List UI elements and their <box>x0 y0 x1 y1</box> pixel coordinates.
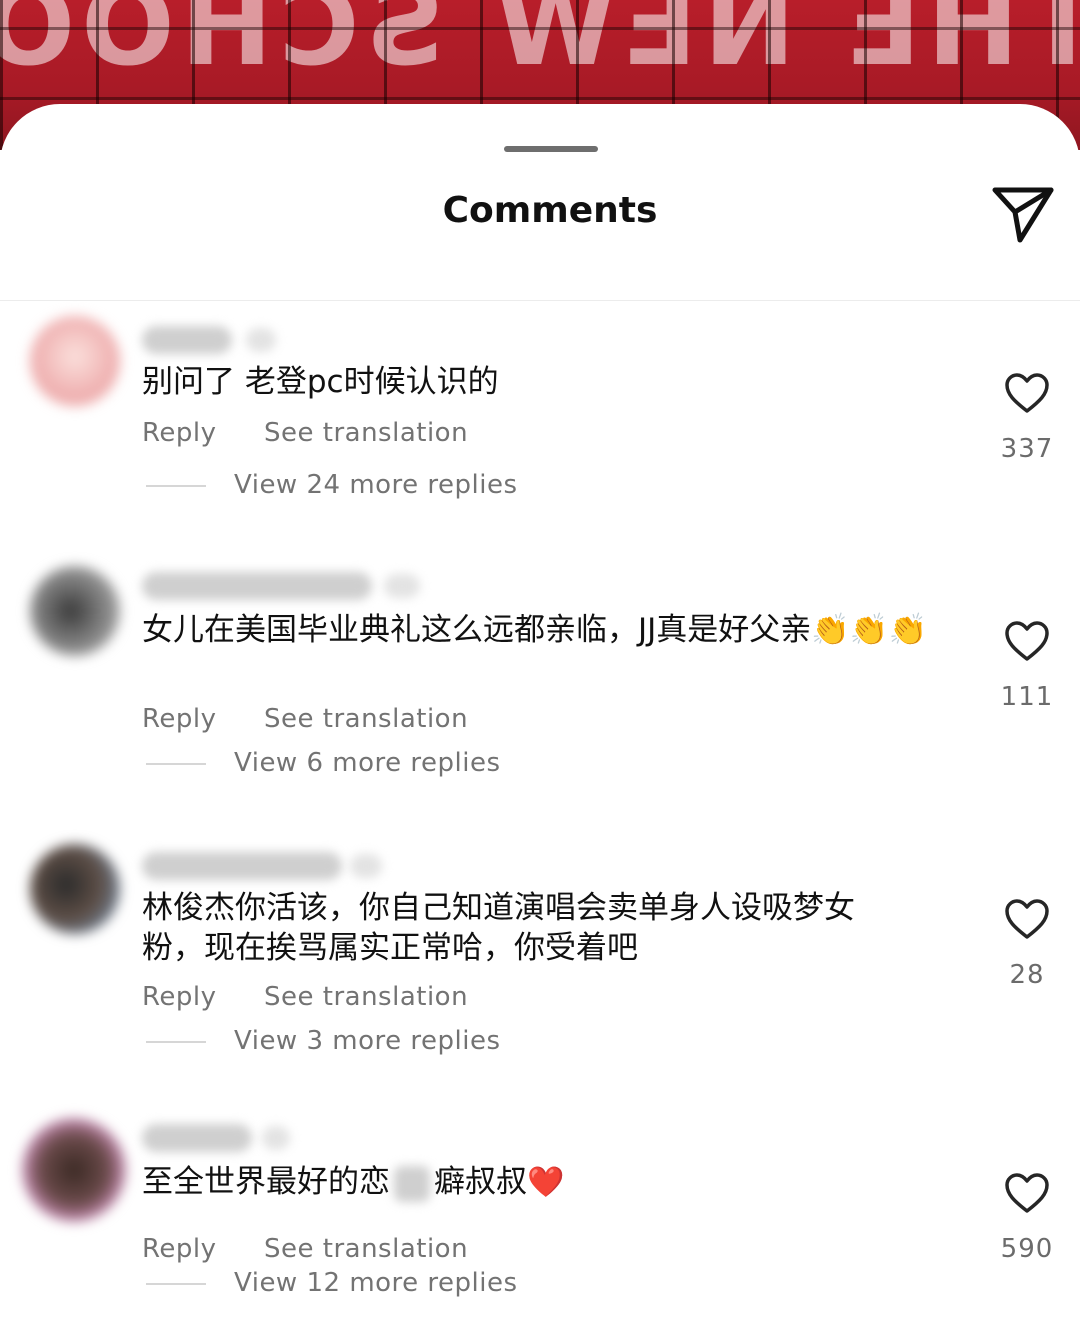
header-divider <box>0 300 1080 301</box>
replies-divider-line <box>146 484 206 487</box>
view-replies-link[interactable]: View 12 more replies <box>146 1268 518 1298</box>
view-replies-link[interactable]: View 24 more replies <box>146 470 518 500</box>
see-translation-link[interactable]: See translation <box>264 1234 468 1264</box>
username-redacted-tag <box>350 854 382 878</box>
like-button[interactable]: 111 <box>996 620 1058 712</box>
paper-plane-icon[interactable] <box>990 182 1056 246</box>
heart-icon <box>1005 1173 1049 1213</box>
reply-button[interactable]: Reply <box>142 704 217 734</box>
view-replies-label: View 6 more replies <box>234 748 501 778</box>
avatar[interactable] <box>30 844 120 934</box>
see-translation-link[interactable]: See translation <box>264 982 468 1012</box>
see-translation-link[interactable]: See translation <box>264 418 468 448</box>
view-replies-link[interactable]: View 3 more replies <box>146 1026 501 1056</box>
like-button[interactable]: 590 <box>996 1172 1058 1264</box>
heart-emoji: ❤️ <box>527 1165 565 1200</box>
username-redacted-tag <box>262 1126 290 1150</box>
replies-divider-line <box>146 1040 206 1043</box>
heart-icon <box>1005 899 1049 939</box>
username-redacted[interactable] <box>142 852 342 880</box>
heart-icon <box>1005 621 1049 661</box>
replies-divider-line <box>146 1282 206 1285</box>
like-count: 337 <box>1000 434 1054 464</box>
view-replies-label: View 3 more replies <box>234 1026 501 1056</box>
avatar[interactable] <box>30 316 120 406</box>
comment-text: 至全世界最好的恋 癖叔叔❤️ <box>142 1162 922 1203</box>
like-count: 111 <box>1000 682 1054 712</box>
see-translation-link[interactable]: See translation <box>264 704 468 734</box>
like-button[interactable]: 28 <box>996 898 1058 990</box>
like-count: 590 <box>1000 1234 1054 1264</box>
like-button[interactable]: 337 <box>996 372 1058 464</box>
username-redacted[interactable] <box>142 1124 252 1152</box>
comment-text-start: 至全世界最好的恋 <box>142 1164 390 1200</box>
username-redacted-tag <box>384 574 420 598</box>
view-replies-label: View 24 more replies <box>234 470 518 500</box>
username-redacted[interactable] <box>142 326 232 354</box>
replies-divider-line <box>146 762 206 765</box>
reply-button[interactable]: Reply <box>142 418 217 448</box>
view-replies-link[interactable]: View 6 more replies <box>146 748 501 778</box>
comment-text: 女儿在美国毕业典礼这么远都亲临，JJ真是好父亲👏👏👏 <box>142 612 928 648</box>
avatar[interactable] <box>30 566 120 656</box>
heart-icon <box>1005 373 1049 413</box>
comment-text: 林俊杰你活该，你自己知道演唱会卖单身人设吸梦女粉，现在挨骂属实正常哈，你受着吧 <box>142 890 855 966</box>
reply-button[interactable]: Reply <box>142 1234 217 1264</box>
username-redacted-tag <box>246 328 276 352</box>
comment-text: 别问了 老登pc时候认识的 <box>142 364 499 400</box>
username-redacted[interactable] <box>142 572 372 600</box>
sheet-drag-handle[interactable] <box>504 146 598 152</box>
comment-text-end: 癖叔叔 <box>434 1164 527 1200</box>
sheet-title: Comments <box>442 190 658 231</box>
reply-button[interactable]: Reply <box>142 982 217 1012</box>
like-count: 28 <box>1009 960 1045 990</box>
avatar[interactable] <box>22 1118 126 1222</box>
view-replies-label: View 12 more replies <box>234 1268 518 1298</box>
redacted-word <box>394 1165 430 1202</box>
